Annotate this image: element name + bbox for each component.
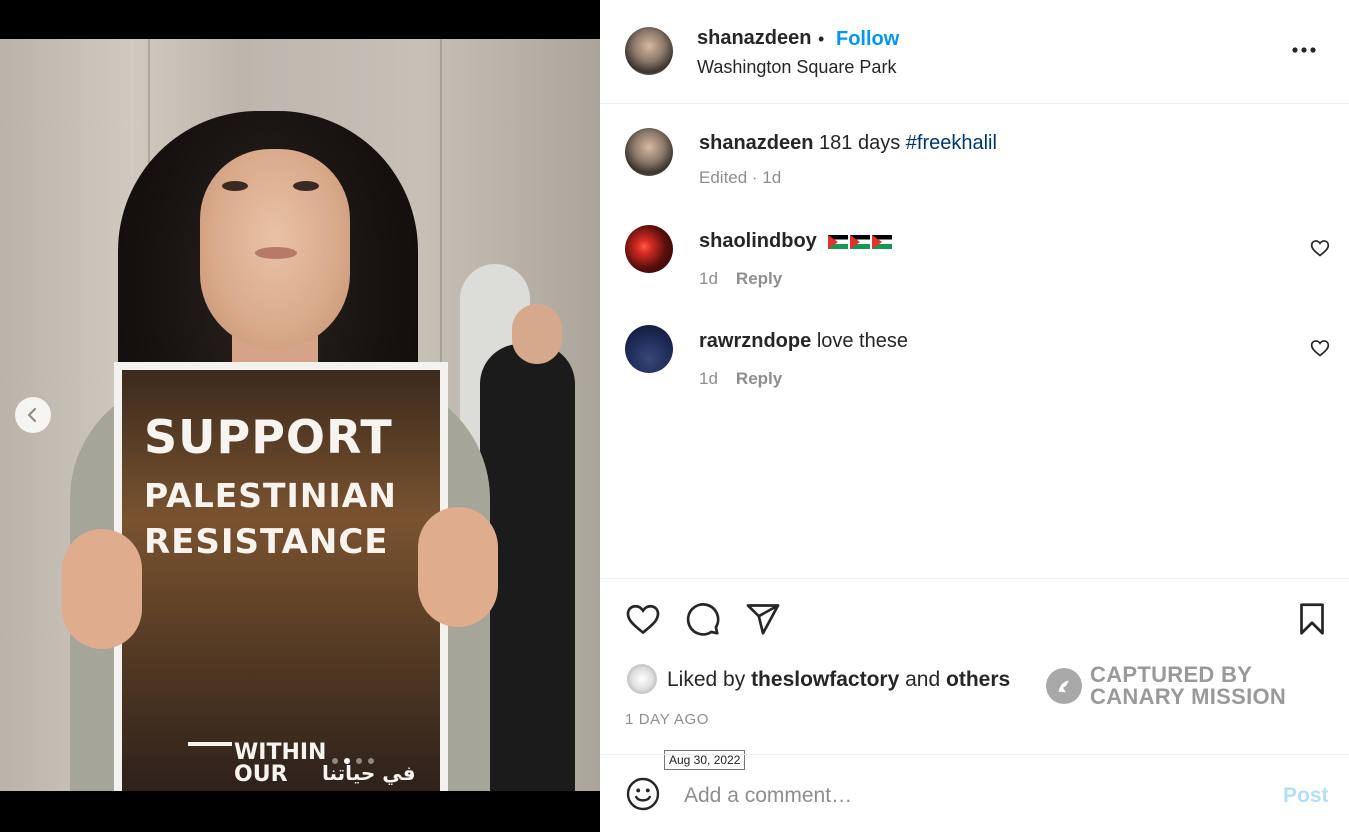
caption-meta: Edited · 1d [699, 168, 782, 187]
carousel-prev-button[interactable] [15, 397, 51, 433]
left-hand [62, 529, 142, 649]
post-location[interactable]: Washington Square Park [697, 57, 896, 78]
share-icon[interactable] [745, 601, 781, 637]
carousel-dot [344, 758, 350, 764]
comment-time: 1d [699, 369, 718, 388]
sign-line-1: SUPPORT [144, 410, 393, 464]
canary-logo-icon [1046, 668, 1082, 704]
liker-avatar[interactable] [627, 664, 657, 694]
post-photo: SUPPORT PALESTINIAN RESISTANCE WITHIN OU… [0, 39, 600, 791]
follow-button[interactable]: Follow [836, 28, 899, 51]
likes-prefix: Liked by [667, 668, 746, 691]
sign-arabic-text: في حياتنا [322, 761, 416, 785]
reply-button[interactable]: Reply [736, 269, 782, 288]
background-person-head [512, 304, 562, 364]
comment-time: 1d [699, 269, 718, 288]
chevron-left-icon [27, 407, 37, 423]
comment: shaolindboy [699, 230, 893, 253]
likes-others-link[interactable]: others [946, 668, 1010, 691]
liker-username[interactable]: theslowfactory [751, 668, 899, 691]
post-details: shanazdeen • Follow Washington Square Pa… [600, 0, 1349, 832]
author-avatar[interactable] [625, 27, 673, 75]
commenter-avatar[interactable] [625, 325, 673, 373]
sign-small-line-2: OUR [234, 762, 288, 787]
sign-line-2: PALESTINIAN [144, 476, 397, 515]
instagram-post-view: SUPPORT PALESTINIAN RESISTANCE WITHIN OU… [0, 0, 1349, 832]
comment-input[interactable] [684, 782, 1244, 810]
emoji-icon[interactable] [625, 776, 661, 812]
protest-sign: SUPPORT PALESTINIAN RESISTANCE WITHIN OU… [114, 362, 448, 791]
post-media: SUPPORT PALESTINIAN RESISTANCE WITHIN OU… [0, 0, 600, 832]
canary-mission-watermark: CAPTURED BY CANARY MISSION [1046, 664, 1286, 708]
comment-meta: 1d Reply [699, 269, 782, 289]
more-icon[interactable] [1292, 46, 1316, 54]
watermark-line-1: CAPTURED BY [1090, 662, 1253, 687]
sign-line-3: RESISTANCE [144, 522, 389, 562]
comment-username[interactable]: shaolindboy [699, 230, 817, 252]
carousel-dot [356, 758, 362, 764]
comment-username[interactable]: rawrzndope [699, 330, 811, 352]
comment-text: love these [816, 330, 908, 352]
caption-username[interactable]: shanazdeen [699, 132, 813, 154]
sign-small-line-1: WITHIN [234, 740, 327, 765]
post-timestamp[interactable]: 1 DAY AGO [625, 711, 709, 728]
hourglass-icon [188, 742, 232, 791]
likes-conj: and [905, 668, 941, 691]
carousel-dot [368, 758, 374, 764]
caption-text: 181 days [819, 132, 901, 154]
add-comment-bar: Post [600, 754, 1349, 832]
watermark-line-2: CANARY MISSION [1090, 684, 1287, 709]
bookmark-icon[interactable] [1294, 601, 1330, 637]
comment-like-heart-icon[interactable] [1310, 338, 1330, 358]
separator-dot: • [818, 29, 825, 49]
palestine-flag-icons [828, 234, 893, 249]
palestine-flag-icon [850, 234, 871, 249]
comment-icon[interactable] [685, 601, 721, 637]
palestine-flag-icon [872, 234, 893, 249]
comment-like-heart-icon[interactable] [1310, 238, 1330, 258]
comment-meta: 1d Reply [699, 369, 782, 389]
palestine-flag-icon [828, 234, 849, 249]
comment: rawrzndope love these [699, 330, 908, 353]
caption: shanazdeen 181 days #freekhalil [699, 132, 997, 155]
carousel-dot [332, 758, 338, 764]
caption-hashtag[interactable]: #freekhalil [906, 132, 997, 154]
author-username[interactable]: shanazdeen [697, 27, 811, 50]
heart-icon[interactable] [625, 601, 661, 637]
caption-avatar[interactable] [625, 128, 673, 176]
carousel-dots [332, 758, 374, 764]
right-hand [418, 507, 498, 627]
bird-icon [1058, 680, 1069, 693]
commenter-avatar[interactable] [625, 225, 673, 273]
post-comment-button[interactable]: Post [1283, 784, 1329, 808]
post-header: shanazdeen • Follow Washington Square Pa… [600, 0, 1349, 104]
reply-button[interactable]: Reply [736, 369, 782, 388]
likes-summary: Liked by theslowfactory and others [667, 668, 1010, 692]
